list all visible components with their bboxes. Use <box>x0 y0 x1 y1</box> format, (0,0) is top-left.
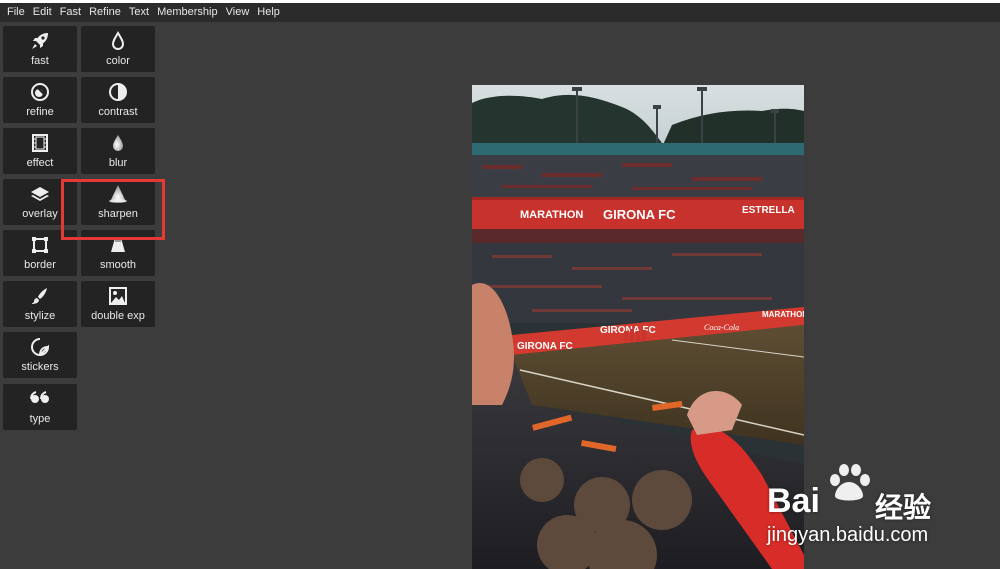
drop-icon <box>81 30 155 52</box>
banner-text: GIRONA FC <box>603 207 676 222</box>
tool-stylize-button[interactable]: stylize <box>3 281 77 327</box>
tool-sharpen-button[interactable]: sharpen <box>81 179 155 225</box>
menu-view[interactable]: View <box>222 3 254 22</box>
banner-text: ESTRELLA <box>742 205 795 216</box>
tool-label: overlay <box>22 208 58 220</box>
tool-label: contrast <box>98 106 138 118</box>
blur-drop-icon <box>81 132 155 154</box>
tool-label: sharpen <box>98 208 138 220</box>
layers-icon <box>3 183 77 205</box>
frame-icon <box>3 234 77 256</box>
menu-text[interactable]: Text <box>125 3 153 22</box>
tool-double-exp-button[interactable]: double exp <box>81 281 155 327</box>
menu-refine[interactable]: Refine <box>85 3 125 22</box>
watermark-url: jingyan.baidu.com <box>767 524 929 546</box>
tool-label: smooth <box>99 259 137 271</box>
tool-label: stickers <box>21 361 59 373</box>
smooth-icon <box>81 234 155 256</box>
tool-blur-button[interactable]: blur <box>81 128 155 174</box>
watermark-brand-cn: 经验 <box>875 492 932 523</box>
tool-overlay-button[interactable]: overlay <box>3 179 77 225</box>
contrast-icon <box>81 81 155 103</box>
tool-border-button[interactable]: border <box>3 230 77 276</box>
tool-label: blur <box>108 157 128 169</box>
watermark-brand: Bai <box>767 482 820 520</box>
tool-smooth-button[interactable]: smooth <box>81 230 155 276</box>
tool-label: double exp <box>91 310 145 322</box>
sticker-icon <box>3 336 77 358</box>
quote-icon <box>3 388 77 410</box>
image-icon <box>81 285 155 307</box>
banner-text: Coca-Cola <box>704 323 739 332</box>
banner-text: MARATHON <box>762 310 804 319</box>
film-icon <box>3 132 77 154</box>
tool-type-button[interactable]: type <box>3 384 77 430</box>
tool-label: color <box>106 55 130 67</box>
stadium-photo: MARATHON GIRONA FC ESTRELLA GIRONA FC GI… <box>472 85 804 569</box>
tool-label: border <box>24 259 56 271</box>
refine-icon <box>3 81 77 103</box>
tool-label: type <box>29 413 51 425</box>
tool-fast-button[interactable]: fast <box>3 26 77 72</box>
tool-effect-button[interactable]: effect <box>3 128 77 174</box>
menu-bar: File Edit Fast Refine Text Membership Vi… <box>0 3 1000 22</box>
baidu-watermark: Bai 经验 jingyan.baidu.com <box>763 460 1000 560</box>
menu-help[interactable]: Help <box>253 3 284 22</box>
tool-label: refine <box>26 106 54 118</box>
paw-icon <box>830 464 870 501</box>
tool-label: fast <box>31 55 49 67</box>
menu-membership[interactable]: Membership <box>153 3 222 22</box>
tool-label: stylize <box>24 310 56 322</box>
tool-stickers-button[interactable]: stickers <box>3 332 77 378</box>
canvas-photo[interactable]: MARATHON GIRONA FC ESTRELLA GIRONA FC GI… <box>472 85 804 569</box>
menu-fast[interactable]: Fast <box>56 3 85 22</box>
menu-edit[interactable]: Edit <box>29 3 56 22</box>
prism-icon <box>81 183 155 205</box>
tool-label: effect <box>26 157 54 169</box>
menu-file[interactable]: File <box>0 3 29 22</box>
brush-icon <box>3 285 77 307</box>
tool-contrast-button[interactable]: contrast <box>81 77 155 123</box>
banner-text: MARATHON <box>520 209 583 221</box>
tool-refine-button[interactable]: refine <box>3 77 77 123</box>
rocket-icon <box>3 30 77 52</box>
tool-color-button[interactable]: color <box>81 26 155 72</box>
